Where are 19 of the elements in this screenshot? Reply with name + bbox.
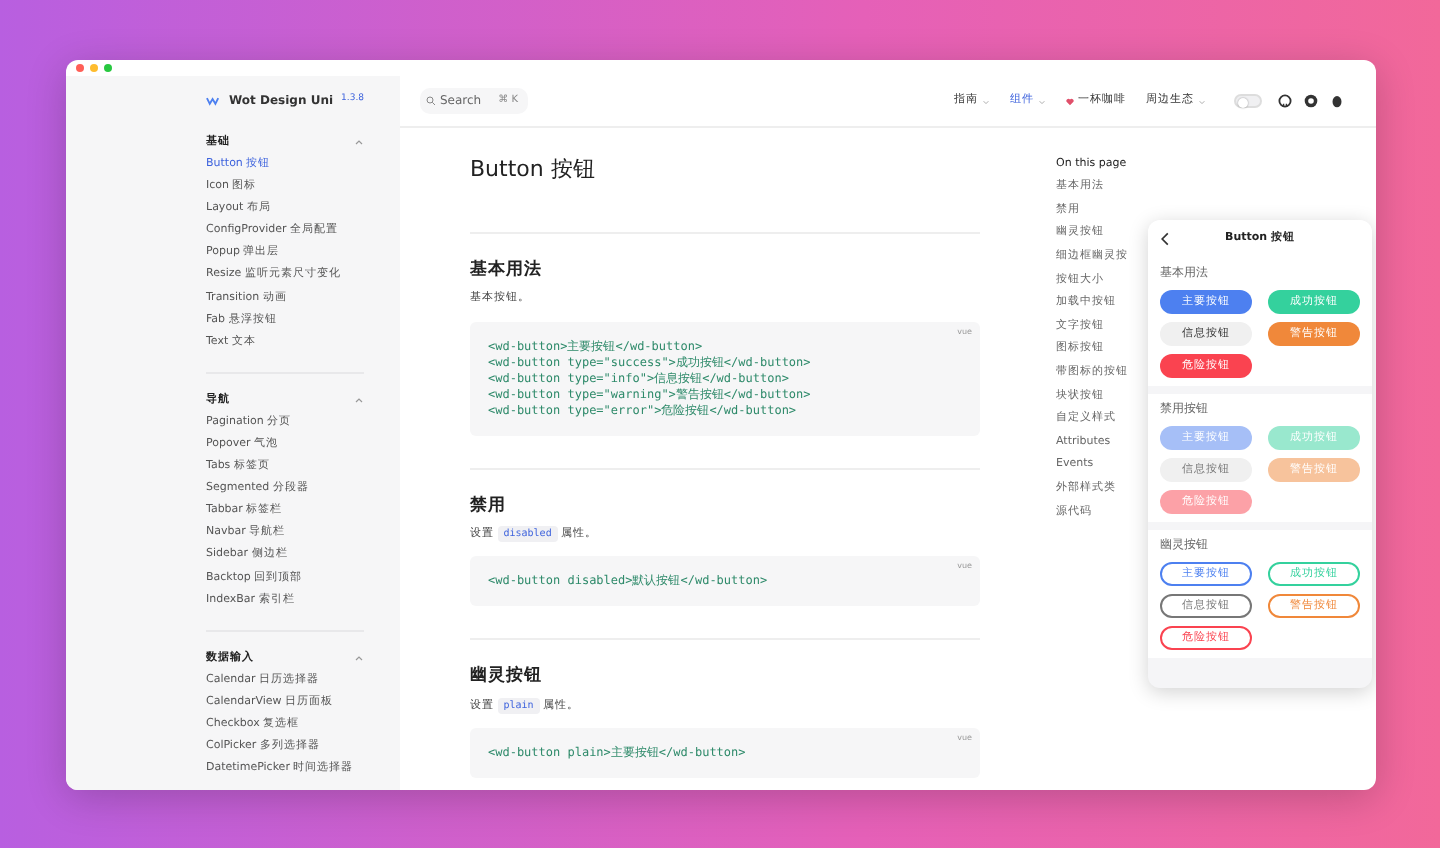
window-control-dot[interactable] <box>104 64 112 72</box>
theme-toggle[interactable] <box>1234 94 1262 108</box>
logo-icon <box>206 95 222 105</box>
caret-icon <box>1038 97 1046 105</box>
section-heading: 基本用法 <box>470 260 544 281</box>
chevron-icon[interactable] <box>354 395 364 406</box>
search-icon <box>426 96 436 106</box>
back-icon[interactable] <box>1160 232 1170 246</box>
caret-icon <box>982 97 990 105</box>
chevron-icon[interactable] <box>354 653 364 664</box>
window-control-dot[interactable] <box>90 64 98 72</box>
section-heading: 幽灵按钮 <box>470 666 544 687</box>
chevron-icon[interactable] <box>354 138 364 148</box>
heart-icon <box>1066 97 1074 105</box>
section-heading: 禁用 <box>470 495 508 516</box>
circle-logo-icon[interactable] <box>1304 94 1318 108</box>
page-title: Button 按钮 <box>470 156 597 183</box>
window-control-dot[interactable] <box>76 64 84 72</box>
caret-icon <box>1198 97 1206 105</box>
